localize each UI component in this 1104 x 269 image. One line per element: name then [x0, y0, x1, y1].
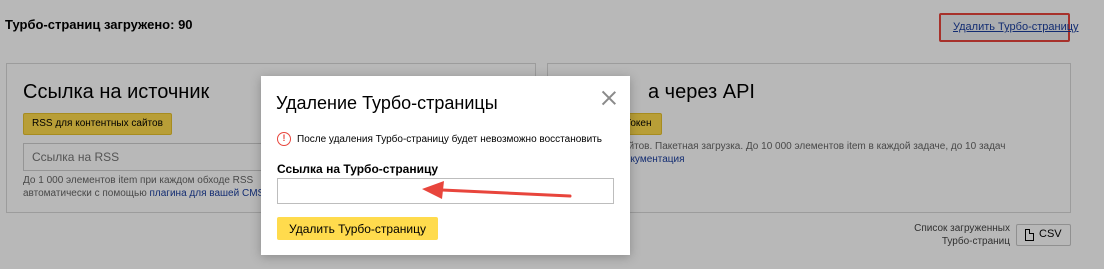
- dialog-title: Удаление Турбо-страницы: [276, 93, 498, 113]
- delete-turbo-page-button[interactable]: Удалить Турбо-страницу: [277, 217, 438, 240]
- turbo-page-url-label: Ссылка на Турбо-страницу: [277, 162, 439, 176]
- warning-message: ! После удаления Турбо-страницу будет не…: [277, 132, 602, 146]
- annotation-arrow-icon: [422, 181, 572, 199]
- warning-icon: !: [277, 132, 291, 146]
- delete-turbo-page-dialog: Удаление Турбо-страницы ! После удаления…: [261, 76, 630, 255]
- warning-text: После удаления Турбо-страницу будет нево…: [297, 133, 602, 145]
- close-icon[interactable]: [601, 90, 617, 106]
